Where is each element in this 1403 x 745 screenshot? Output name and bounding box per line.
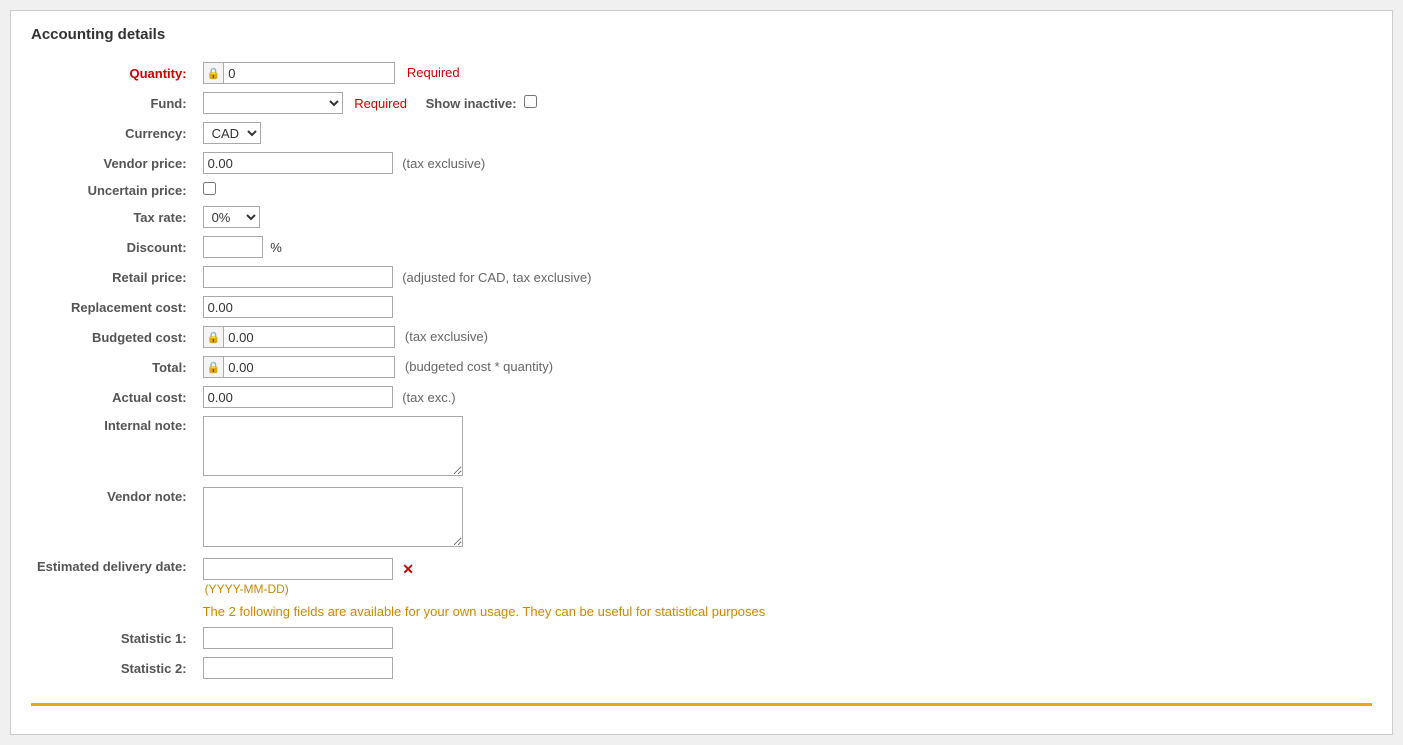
fund-row: Fund: Required Show inactive: bbox=[31, 88, 1372, 118]
replacement-cost-row: Replacement cost: bbox=[31, 292, 1372, 322]
stats-info-spacer bbox=[31, 600, 197, 623]
tax-rate-cell: 0% 5% 10% 15% bbox=[197, 202, 1372, 232]
actual-cost-hint: (tax exc.) bbox=[402, 390, 455, 405]
total-cell: 🔒 (budgeted cost * quantity) bbox=[197, 352, 1372, 382]
vendor-price-row: Vendor price: (tax exclusive) bbox=[31, 148, 1372, 178]
statistic1-label: Statistic 1: bbox=[31, 623, 197, 653]
retail-price-row: Retail price: (adjusted for CAD, tax exc… bbox=[31, 262, 1372, 292]
tax-rate-select[interactable]: 0% 5% 10% 15% bbox=[203, 206, 260, 228]
vendor-price-hint: (tax exclusive) bbox=[402, 156, 485, 171]
bottom-bar bbox=[31, 703, 1372, 714]
estimated-delivery-date-label: Estimated delivery date: bbox=[31, 554, 197, 600]
estimated-delivery-date-row: Estimated delivery date: ✕ (YYYY-MM-DD) bbox=[31, 554, 1372, 600]
internal-note-label: Internal note: bbox=[31, 412, 197, 483]
retail-price-label: Retail price: bbox=[31, 262, 197, 292]
lock-icon: 🔒 bbox=[204, 63, 225, 83]
stats-info-cell: The 2 following fields are available for… bbox=[197, 600, 1372, 623]
discount-cell: % bbox=[197, 232, 1372, 262]
show-inactive-label: Show inactive: bbox=[426, 96, 517, 111]
actual-cost-input[interactable] bbox=[203, 386, 393, 408]
discount-input[interactable] bbox=[203, 236, 263, 258]
date-hint: (YYYY-MM-DD) bbox=[205, 582, 1366, 596]
statistic2-cell bbox=[197, 653, 1372, 683]
actual-cost-label: Actual cost: bbox=[31, 382, 197, 412]
budgeted-cost-cell: 🔒 (tax exclusive) bbox=[197, 322, 1372, 352]
uncertain-price-cell bbox=[197, 178, 1372, 202]
tax-rate-label: Tax rate: bbox=[31, 202, 197, 232]
total-lock-icon: 🔒 bbox=[204, 357, 225, 377]
budgeted-cost-label: Budgeted cost: bbox=[31, 322, 197, 352]
replacement-cost-cell bbox=[197, 292, 1372, 322]
date-clear-button[interactable]: ✕ bbox=[402, 561, 414, 577]
internal-note-row: Internal note: bbox=[31, 412, 1372, 483]
total-label: Total: bbox=[31, 352, 197, 382]
vendor-note-row: Vendor note: bbox=[31, 483, 1372, 554]
retail-price-input[interactable] bbox=[203, 266, 393, 288]
replacement-cost-label: Replacement cost: bbox=[31, 292, 197, 322]
show-inactive-checkbox[interactable] bbox=[524, 95, 537, 108]
percent-sign: % bbox=[270, 240, 282, 255]
currency-select[interactable]: CAD USD EUR GBP bbox=[203, 122, 261, 144]
estimated-delivery-date-cell: ✕ (YYYY-MM-DD) bbox=[197, 554, 1372, 600]
tax-rate-row: Tax rate: 0% 5% 10% 15% bbox=[31, 202, 1372, 232]
quantity-row: Quantity: 🔒 Required bbox=[31, 58, 1372, 88]
uncertain-price-checkbox[interactable] bbox=[203, 182, 216, 195]
accounting-form: Quantity: 🔒 Required Fund: Required bbox=[31, 58, 1372, 683]
total-input[interactable] bbox=[224, 357, 394, 377]
actual-cost-cell: (tax exc.) bbox=[197, 382, 1372, 412]
actual-cost-row: Actual cost: (tax exc.) bbox=[31, 382, 1372, 412]
quantity-input[interactable] bbox=[224, 63, 394, 83]
internal-note-textarea[interactable] bbox=[203, 416, 463, 476]
stats-info-text: The 2 following fields are available for… bbox=[203, 604, 766, 619]
statistic2-row: Statistic 2: bbox=[31, 653, 1372, 683]
statistic1-cell bbox=[197, 623, 1372, 653]
budgeted-cost-hint: (tax exclusive) bbox=[405, 329, 488, 344]
quantity-required: Required bbox=[407, 65, 460, 80]
currency-cell: CAD USD EUR GBP bbox=[197, 118, 1372, 148]
stats-info-row: The 2 following fields are available for… bbox=[31, 600, 1372, 623]
uncertain-price-row: Uncertain price: bbox=[31, 178, 1372, 202]
budgeted-cost-input[interactable] bbox=[224, 327, 394, 347]
budgeted-cost-row: Budgeted cost: 🔒 (tax exclusive) bbox=[31, 322, 1372, 352]
vendor-note-cell bbox=[197, 483, 1372, 554]
currency-row: Currency: CAD USD EUR GBP bbox=[31, 118, 1372, 148]
statistic1-row: Statistic 1: bbox=[31, 623, 1372, 653]
fund-label: Fund: bbox=[31, 88, 197, 118]
retail-price-hint: (adjusted for CAD, tax exclusive) bbox=[402, 270, 591, 285]
total-hint: (budgeted cost * quantity) bbox=[405, 359, 553, 374]
estimated-delivery-date-input[interactable] bbox=[203, 558, 393, 580]
total-row: Total: 🔒 (budgeted cost * quantity) bbox=[31, 352, 1372, 382]
internal-note-cell bbox=[197, 412, 1372, 483]
quantity-label: Quantity: bbox=[31, 58, 197, 88]
uncertain-price-label: Uncertain price: bbox=[31, 178, 197, 202]
fund-cell: Required Show inactive: bbox=[197, 88, 1372, 118]
total-input-wrapper: 🔒 bbox=[203, 356, 396, 378]
statistic2-label: Statistic 2: bbox=[31, 653, 197, 683]
discount-label: Discount: bbox=[31, 232, 197, 262]
fund-required: Required bbox=[354, 96, 407, 111]
budgeted-cost-input-wrapper: 🔒 bbox=[203, 326, 396, 348]
replacement-cost-input[interactable] bbox=[203, 296, 393, 318]
vendor-price-input[interactable] bbox=[203, 152, 393, 174]
vendor-price-cell: (tax exclusive) bbox=[197, 148, 1372, 178]
discount-row: Discount: % bbox=[31, 232, 1372, 262]
currency-label: Currency: bbox=[31, 118, 197, 148]
quantity-cell: 🔒 Required bbox=[197, 58, 1372, 88]
statistic1-input[interactable] bbox=[203, 627, 393, 649]
fund-select[interactable] bbox=[203, 92, 343, 114]
vendor-note-label: Vendor note: bbox=[31, 483, 197, 554]
budgeted-lock-icon: 🔒 bbox=[204, 327, 225, 347]
vendor-price-label: Vendor price: bbox=[31, 148, 197, 178]
accounting-details-panel: Accounting details Quantity: 🔒 Required … bbox=[10, 10, 1393, 735]
quantity-input-wrapper: 🔒 bbox=[203, 62, 396, 84]
vendor-note-textarea[interactable] bbox=[203, 487, 463, 547]
page-title: Accounting details bbox=[31, 26, 1372, 43]
retail-price-cell: (adjusted for CAD, tax exclusive) bbox=[197, 262, 1372, 292]
statistic2-input[interactable] bbox=[203, 657, 393, 679]
